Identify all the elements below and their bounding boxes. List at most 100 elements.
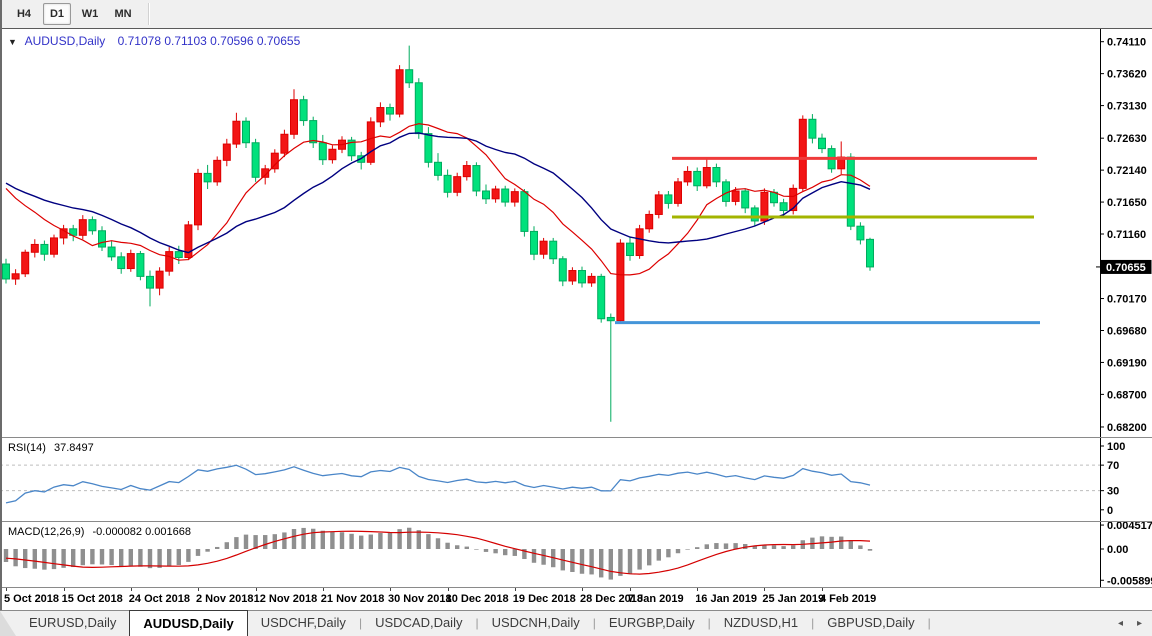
macd-histogram-bar: [493, 549, 497, 553]
tab-scroll-right-icon[interactable]: ▸: [1137, 618, 1142, 629]
macd-histogram-bar: [119, 549, 123, 566]
macd-histogram-bar: [513, 549, 517, 556]
candle-body: [425, 134, 432, 163]
candle-body: [675, 182, 682, 204]
macd-axis-label: 0.00: [1107, 544, 1128, 556]
current-price-label: 0.70655: [1106, 262, 1146, 274]
macd-histogram-bar: [426, 534, 430, 549]
date-axis-tick: [515, 588, 516, 591]
candle-body: [175, 252, 182, 258]
rsi-indicator-canvas[interactable]: 10070300: [0, 438, 1152, 521]
rsi-axis-label: 70: [1107, 460, 1119, 472]
tab-usdcad-daily[interactable]: USDCAD,Daily: [362, 611, 475, 636]
macd-histogram-bar: [628, 549, 632, 573]
candle-body: [195, 173, 202, 225]
candle-body: [646, 214, 653, 228]
date-axis-label: 2 Nov 2018: [196, 593, 253, 605]
candle-body: [127, 254, 134, 269]
date-axis[interactable]: 5 Oct 201815 Oct 201824 Oct 20182 Nov 20…: [0, 588, 1152, 610]
candle-body: [329, 149, 336, 159]
candle-body: [396, 70, 403, 114]
price-axis-label: 0.68200: [1107, 422, 1147, 434]
candle-body: [243, 121, 250, 143]
candle-body: [415, 83, 422, 134]
macd-histogram-bar: [301, 528, 305, 549]
macd-histogram-bar: [532, 549, 536, 563]
date-axis-tick: [323, 588, 324, 591]
candle-body: [579, 271, 586, 283]
candle-body: [300, 100, 307, 121]
macd-histogram-bar: [311, 529, 315, 549]
candle-body: [799, 119, 806, 188]
tab-audusd-daily[interactable]: AUDUSD,Daily: [129, 610, 247, 636]
tab-usdchf-daily[interactable]: USDCHF,Daily: [248, 611, 359, 636]
price-axis-label: 0.72140: [1107, 165, 1147, 177]
macd-histogram-bar: [186, 549, 190, 562]
candle-body: [435, 162, 442, 175]
date-axis-label: 19 Dec 2018: [513, 593, 576, 605]
macd-histogram-bar: [676, 549, 680, 553]
timeframe-mn-button[interactable]: MN: [109, 3, 137, 25]
chart-title-symbol: AUDUSD,Daily: [25, 34, 106, 48]
timeframe-h4-button[interactable]: H4: [10, 3, 38, 25]
macd-histogram-bar: [109, 549, 113, 565]
date-axis-tick: [390, 588, 391, 591]
tab-usdcnh-daily[interactable]: USDCNH,Daily: [479, 611, 593, 636]
candle-body: [319, 143, 326, 160]
macd-histogram-bar: [657, 549, 661, 561]
macd-histogram-bar: [340, 532, 344, 549]
macd-histogram-bar: [868, 549, 872, 551]
macd-histogram-bar: [829, 537, 833, 549]
macd-histogram-bar: [599, 549, 603, 577]
candle-body: [147, 276, 154, 288]
main-chart-canvas[interactable]: 0.741100.736200.731300.726300.721400.716…: [0, 29, 1152, 437]
macd-histogram-bar: [129, 549, 133, 566]
candle-body: [118, 257, 125, 269]
tab-gbpusd-daily[interactable]: GBPUSD,Daily: [814, 611, 927, 636]
macd-histogram-bar: [42, 549, 46, 570]
date-axis-tick: [131, 588, 132, 591]
price-axis-label: 0.69190: [1107, 357, 1147, 369]
symbol-dropdown-icon[interactable]: ▼: [8, 37, 17, 47]
tab-scroll-left-icon[interactable]: ◂: [1118, 618, 1123, 629]
rsi-pane-divider[interactable]: [0, 437, 1152, 438]
tabbar-corner: [0, 611, 16, 636]
date-axis-label: 15 Oct 2018: [62, 593, 123, 605]
candle-body: [473, 166, 480, 191]
candle-body: [559, 259, 566, 281]
price-axis-label: 0.73620: [1107, 69, 1147, 81]
candle-body: [12, 274, 19, 279]
candle-body: [569, 271, 576, 281]
candle-body: [636, 229, 643, 256]
current-price-badge: 0.70655: [1096, 260, 1152, 274]
candle-body: [540, 241, 547, 254]
tab-nzdusd-h1[interactable]: NZDUSD,H1: [711, 611, 811, 636]
timeframe-d1-button[interactable]: D1: [43, 3, 71, 25]
candle-body: [406, 70, 413, 83]
timeframe-w1-button[interactable]: W1: [76, 3, 104, 25]
date-axis-tick: [582, 588, 583, 591]
date-axis-tick: [822, 588, 823, 591]
macd-histogram-bar: [647, 549, 651, 565]
macd-histogram-bar: [52, 549, 56, 569]
tab-eurusd-daily[interactable]: EURUSD,Daily: [16, 611, 129, 636]
macd-pane-divider[interactable]: [0, 521, 1152, 522]
date-axis-tick: [256, 588, 257, 591]
macd-histogram-bar: [705, 544, 709, 549]
macd-axis-label: -0.005899: [1107, 575, 1152, 587]
candle-body: [3, 264, 10, 279]
candle-body: [99, 231, 106, 247]
macd-histogram-bar: [138, 549, 142, 567]
candle-body: [694, 171, 701, 185]
date-axis-tick: [630, 588, 631, 591]
macd-histogram-bar: [33, 549, 37, 569]
macd-name: MACD(12,26,9): [8, 526, 84, 538]
macd-histogram-bar: [330, 532, 334, 549]
candle-body: [444, 175, 451, 192]
macd-histogram-bar: [23, 549, 27, 568]
candle-body: [41, 244, 48, 254]
tab-eurgbp-daily[interactable]: EURGBP,Daily: [596, 611, 708, 636]
rsi-value: 37.8497: [54, 442, 94, 454]
candle-body: [204, 173, 211, 181]
candle-body: [387, 108, 394, 115]
